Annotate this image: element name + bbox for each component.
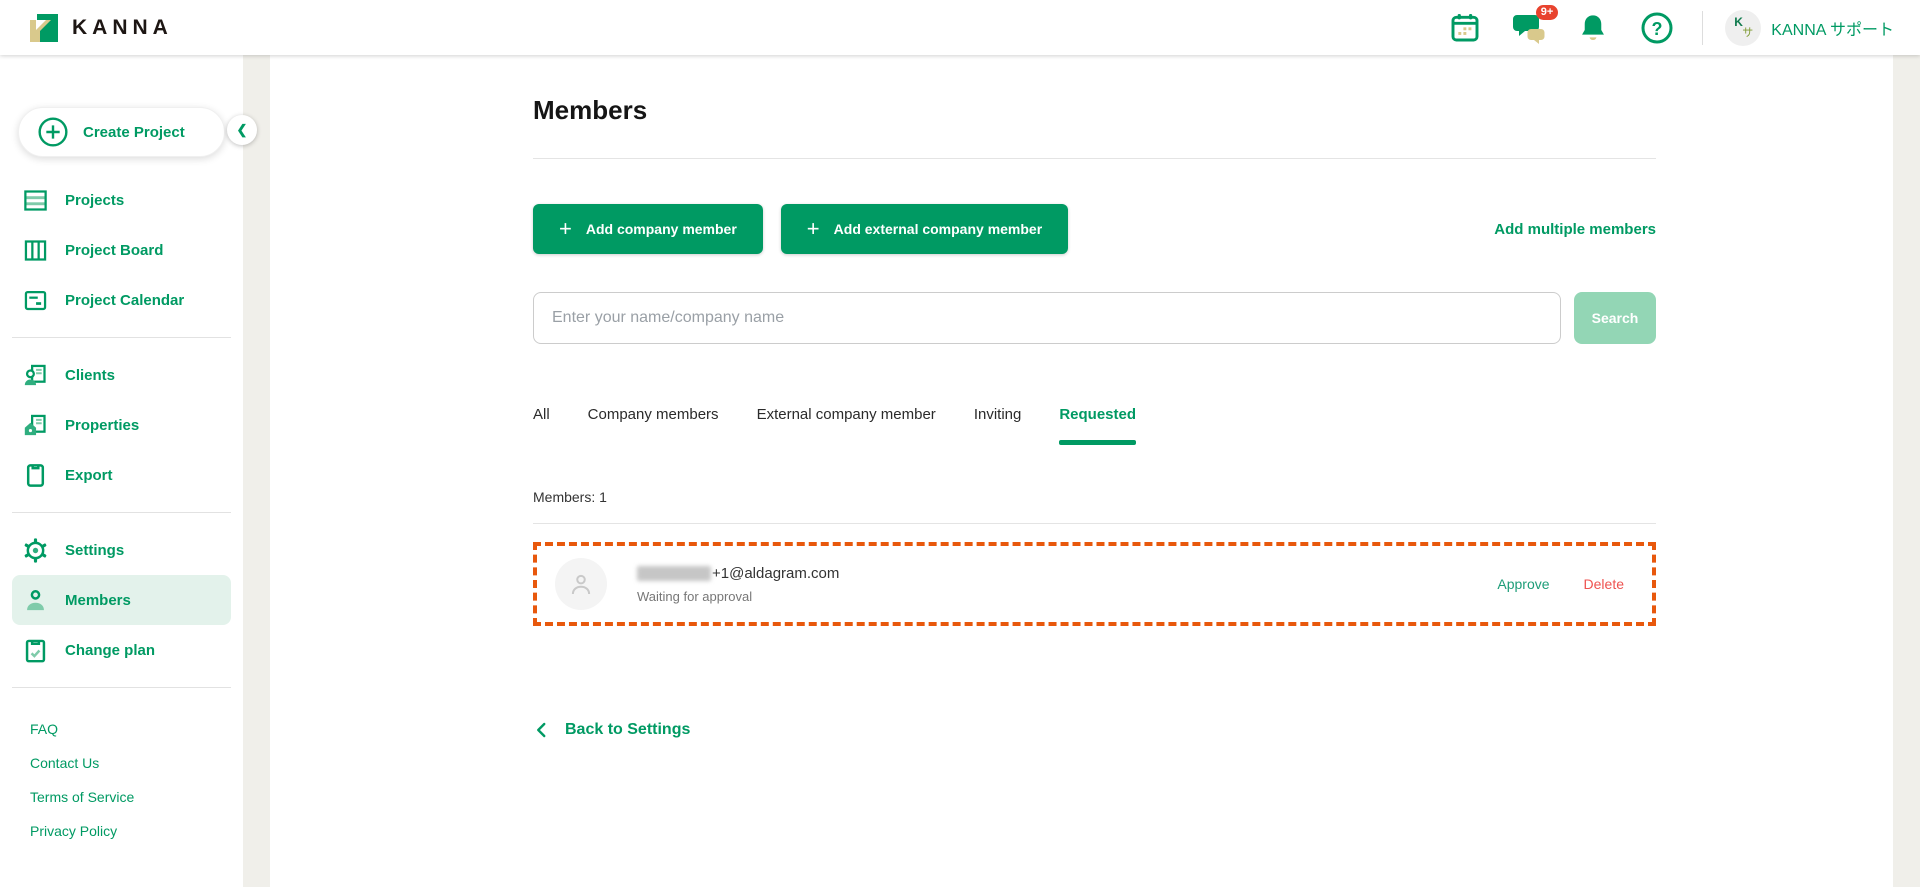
sidebar-divider xyxy=(12,337,231,338)
chat-unread-badge: 9+ xyxy=(1535,4,1559,20)
plus-icon: + xyxy=(559,216,572,241)
members-count: Members: 1 xyxy=(533,489,607,505)
add-multiple-members-link[interactable]: Add multiple members xyxy=(1494,221,1656,238)
svg-text:?: ? xyxy=(1652,19,1663,39)
back-to-settings-link[interactable]: Back to Settings xyxy=(533,721,1656,739)
divider xyxy=(533,523,1656,524)
sidebar-divider xyxy=(12,687,231,688)
calendar-icon[interactable] xyxy=(1446,9,1484,47)
member-filter-tabs: All Company members External company mem… xyxy=(533,406,1656,445)
house-doc-icon xyxy=(24,414,46,435)
sidebar-item-projects[interactable]: Projects xyxy=(0,175,243,225)
gear-icon xyxy=(24,537,47,563)
sidebar-item-properties[interactable]: Properties xyxy=(0,400,243,450)
sidebar-item-label: Project Calendar xyxy=(65,291,185,309)
sidebar-link-privacy[interactable]: Privacy Policy xyxy=(0,814,243,848)
member-email: +1@aldagram.com xyxy=(637,565,839,582)
create-project-label: Create Project xyxy=(83,123,185,141)
client-person-doc-icon xyxy=(24,364,46,385)
page-title: Members xyxy=(533,95,648,125)
add-external-company-member-label: Add external company member xyxy=(833,221,1043,237)
sidebar-item-members[interactable]: Members xyxy=(12,575,231,625)
header-divider xyxy=(1702,10,1704,45)
sidebar-collapse-button[interactable]: ❮ xyxy=(227,115,257,145)
user-avatar[interactable]: K サ xyxy=(1725,9,1762,46)
sidebar-item-settings[interactable]: Settings xyxy=(0,525,243,575)
member-avatar xyxy=(555,558,607,610)
calendar-doc-icon xyxy=(24,290,47,310)
approve-link[interactable]: Approve xyxy=(1497,576,1549,592)
sidebar-item-label: Projects xyxy=(65,191,125,209)
kanna-logo-icon xyxy=(30,13,58,42)
add-external-company-member-button[interactable]: + Add external company member xyxy=(780,204,1069,254)
bell-icon[interactable] xyxy=(1574,9,1612,47)
help-icon[interactable]: ? xyxy=(1638,9,1676,47)
member-status: Waiting for approval xyxy=(637,588,753,604)
tab-inviting[interactable]: Inviting xyxy=(974,406,1022,437)
requested-member-row: +1@aldagram.com Waiting for approval App… xyxy=(533,542,1656,626)
avatar-initial-2: サ xyxy=(1742,26,1754,39)
delete-link[interactable]: Delete xyxy=(1584,576,1624,592)
search-button[interactable]: Search xyxy=(1574,292,1656,344)
sidebar-divider xyxy=(12,512,231,513)
projects-rows-icon xyxy=(24,189,47,211)
tab-requested[interactable]: Requested xyxy=(1059,406,1136,445)
tab-company-members[interactable]: Company members xyxy=(588,406,719,437)
page-gutter xyxy=(243,55,270,887)
sidebar-item-label: Change plan xyxy=(65,641,156,659)
sidebar-link-terms[interactable]: Terms of Service xyxy=(0,780,243,814)
person-icon xyxy=(27,589,44,610)
tab-all[interactable]: All xyxy=(533,406,550,437)
add-company-member-label: Add company member xyxy=(585,221,737,237)
main-panel: Members + Add company member + Add exter… xyxy=(270,55,1893,887)
sidebar-item-label: Settings xyxy=(65,541,125,559)
back-to-settings-label: Back to Settings xyxy=(565,721,691,738)
divider xyxy=(533,158,1656,159)
sidebar-link-contact-us[interactable]: Contact Us xyxy=(0,746,243,780)
redaction-box xyxy=(637,565,711,581)
tab-external-company-member[interactable]: External company member xyxy=(757,406,936,437)
sidebar-item-clients[interactable]: Clients xyxy=(0,350,243,400)
sidebar-item-label: Project Board xyxy=(65,241,164,259)
board-columns-icon xyxy=(24,239,47,261)
sidebar-item-project-board[interactable]: Project Board xyxy=(0,225,243,275)
plus-circle-icon xyxy=(38,117,68,147)
top-app-bar: KANNA 9+ ? K サ KANNA サポート xyxy=(0,0,1920,55)
add-company-member-button[interactable]: + Add company member xyxy=(533,204,763,254)
kanna-logo[interactable]: KANNA xyxy=(30,13,173,42)
sidebar: Create Project Projects Project Board Pr… xyxy=(0,55,243,887)
logo-wordmark: KANNA xyxy=(72,15,173,39)
sidebar-item-label: Members xyxy=(65,591,131,609)
sidebar-item-label: Properties xyxy=(65,416,140,434)
sidebar-item-export[interactable]: Export xyxy=(0,450,243,500)
export-clipboard-icon xyxy=(26,463,45,487)
sidebar-item-project-calendar[interactable]: Project Calendar xyxy=(0,275,243,325)
person-placeholder-icon xyxy=(571,574,591,595)
sidebar-item-change-plan[interactable]: Change plan xyxy=(0,625,243,675)
account-name-label[interactable]: KANNA サポート xyxy=(1771,16,1894,40)
sidebar-item-label: Export xyxy=(65,466,113,484)
chevron-left-icon xyxy=(537,722,546,738)
sidebar-item-label: Clients xyxy=(65,366,116,384)
create-project-button[interactable]: Create Project xyxy=(18,107,225,157)
member-email-suffix: +1@aldagram.com xyxy=(712,564,840,582)
clipboard-check-icon xyxy=(25,639,46,662)
chat-icon[interactable]: 9+ xyxy=(1510,4,1559,47)
search-input[interactable] xyxy=(533,292,1561,344)
sidebar-link-faq[interactable]: FAQ xyxy=(0,712,243,746)
plus-icon: + xyxy=(806,216,820,241)
